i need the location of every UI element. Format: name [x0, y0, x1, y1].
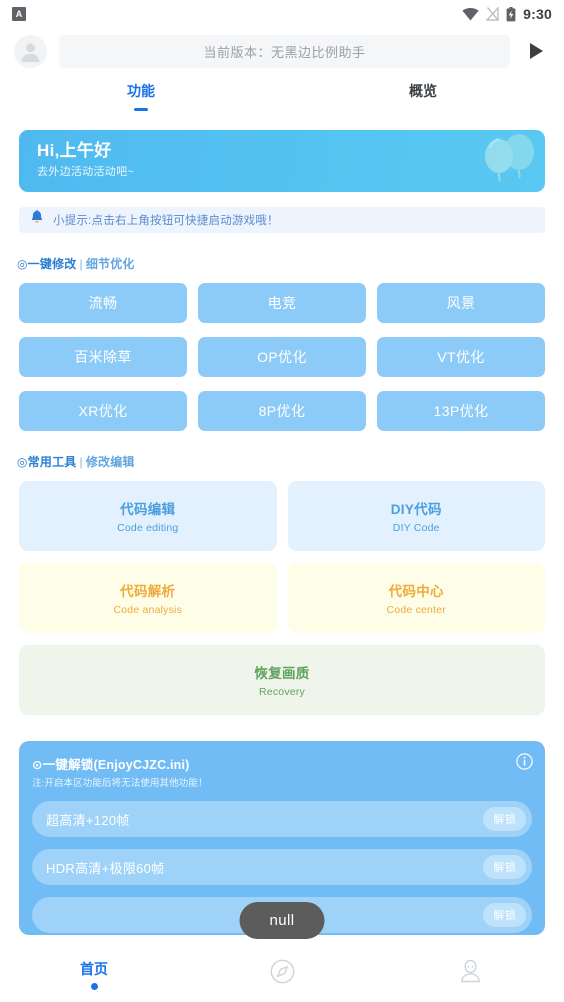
info-icon[interactable]	[516, 753, 533, 775]
tab-overview[interactable]: 概览	[282, 74, 564, 108]
person-icon	[457, 958, 484, 990]
tab-features[interactable]: 功能	[0, 74, 282, 111]
search-input-value: 当前版本：无黑边比例助手	[203, 44, 366, 60]
top-bar: 当前版本：无黑边比例助手	[0, 28, 564, 74]
section-header-quick-edit: ◎一键修改 | 细节优化	[17, 255, 564, 272]
tool-card-title: DIY代码	[390, 502, 442, 517]
section-header-separator-2: |	[79, 455, 83, 469]
tool-card-subtitle: Recovery	[259, 686, 305, 698]
bottom-nav: 首页	[0, 946, 564, 1002]
user-avatar-icon[interactable]	[14, 34, 47, 68]
tool-card-title: 代码中心	[388, 584, 444, 599]
tab-features-label: 功能	[127, 83, 155, 99]
battery-charging-icon	[506, 6, 516, 22]
app-badge-icon: A	[12, 7, 26, 21]
quick-button-liuchang[interactable]: 流畅	[19, 283, 187, 323]
status-bar-clock: 9:30	[523, 6, 552, 22]
tool-card-subtitle: Code editing	[117, 522, 179, 534]
tip-bar: 小提示:点击右上角按钮可快捷启动游戏哦！	[19, 207, 545, 233]
quick-button-op[interactable]: OP优化	[198, 337, 366, 377]
quick-button-dianjing[interactable]: 电竞	[198, 283, 366, 323]
quick-button-13p[interactable]: 13P优化	[377, 391, 545, 431]
quick-button-xr[interactable]: XR优化	[19, 391, 187, 431]
compass-icon	[269, 958, 296, 990]
status-bar-icons: 9:30	[462, 6, 552, 22]
section-header-mark-2: ◎常用工具	[17, 455, 77, 469]
tool-card-code-analysis[interactable]: 代码解析 Code analysis	[19, 563, 277, 633]
status-bar: A 9:30	[0, 0, 564, 28]
tool-card-grid: 代码编辑 Code editing DIY代码 DIY Code 代码解析 Co…	[19, 481, 545, 715]
nav-item-discover[interactable]	[188, 946, 376, 1002]
tool-card-recovery[interactable]: 恢复画质 Recovery	[19, 645, 545, 715]
main-content: Hi,上午好 去外边活动活动吧~ 小提示:点击右上角按钮可快捷启动游戏哦！ ◎一…	[0, 108, 564, 946]
tip-text: 小提示:点击右上角按钮可快捷启动游戏哦！	[53, 215, 279, 227]
quick-button-grid: 流畅 电竞 风景 百米除草 OP优化 VT优化 XR优化 8P优化 13P优化	[19, 283, 545, 431]
wifi-icon	[462, 7, 479, 21]
unlock-button[interactable]: 解锁	[483, 855, 526, 879]
tool-card-title: 代码解析	[120, 584, 176, 599]
greeting-title: Hi,上午好	[37, 141, 112, 160]
unlock-row-name: HDR高清+极限60帧	[46, 860, 165, 876]
tool-card-code-center[interactable]: 代码中心 Code center	[287, 563, 545, 633]
unlock-row[interactable]: HDR高清+极限60帧 解锁	[32, 849, 532, 885]
tool-card-title: 代码编辑	[120, 502, 176, 517]
section-header-subtitle-1: 细节优化	[85, 257, 135, 271]
tab-overview-label: 概览	[409, 83, 437, 99]
tool-card-diy-code[interactable]: DIY代码 DIY Code	[287, 481, 545, 551]
unlock-button[interactable]: 解锁	[483, 807, 526, 831]
quick-button-baimichucao[interactable]: 百米除草	[19, 337, 187, 377]
home-dot-icon	[90, 982, 98, 990]
unlock-button[interactable]: 解锁	[483, 903, 526, 927]
nav-item-home[interactable]: 首页	[0, 946, 188, 1002]
quick-button-fengjing[interactable]: 风景	[377, 283, 545, 323]
greeting-banner[interactable]: Hi,上午好 去外边活动活动吧~	[19, 130, 545, 192]
tool-card-subtitle: Code analysis	[113, 604, 183, 616]
tool-card-subtitle: DIY Code	[392, 522, 440, 534]
tool-card-title: 恢复画质	[254, 666, 310, 681]
unlock-panel-note: 注:开启本区功能后将无法使用其他功能！	[32, 778, 208, 789]
signal-off-icon	[486, 7, 499, 21]
play-icon[interactable]	[522, 37, 550, 65]
section-header-separator-1: |	[79, 257, 83, 271]
unlock-row[interactable]: 超高清+120帧 解锁	[32, 801, 532, 837]
unlock-row-name: 超高清+120帧	[46, 812, 130, 828]
unlock-panel-title: ⊙一键解锁(EnjoyCJZC.ini)	[32, 758, 190, 772]
balloons-icon	[477, 132, 539, 192]
tab-bar: 功能 概览	[0, 74, 564, 111]
bell-icon	[30, 210, 44, 230]
nav-item-profile[interactable]	[376, 946, 564, 1002]
section-header-subtitle-2: 修改编辑	[85, 455, 135, 469]
tool-card-code-editing[interactable]: 代码编辑 Code editing	[19, 481, 277, 551]
quick-button-vt[interactable]: VT优化	[377, 337, 545, 377]
nav-item-home-label: 首页	[80, 960, 108, 977]
greeting-subtitle: 去外边活动活动吧~	[37, 166, 135, 178]
search-input[interactable]: 当前版本：无黑边比例助手	[59, 34, 510, 68]
section-header-mark-1: ◎一键修改	[17, 257, 77, 271]
quick-button-8p[interactable]: 8P优化	[198, 391, 366, 431]
toast-message: null	[239, 902, 325, 939]
tool-card-subtitle: Code center	[386, 604, 446, 616]
section-header-common-tools: ◎常用工具 | 修改编辑	[17, 453, 564, 470]
